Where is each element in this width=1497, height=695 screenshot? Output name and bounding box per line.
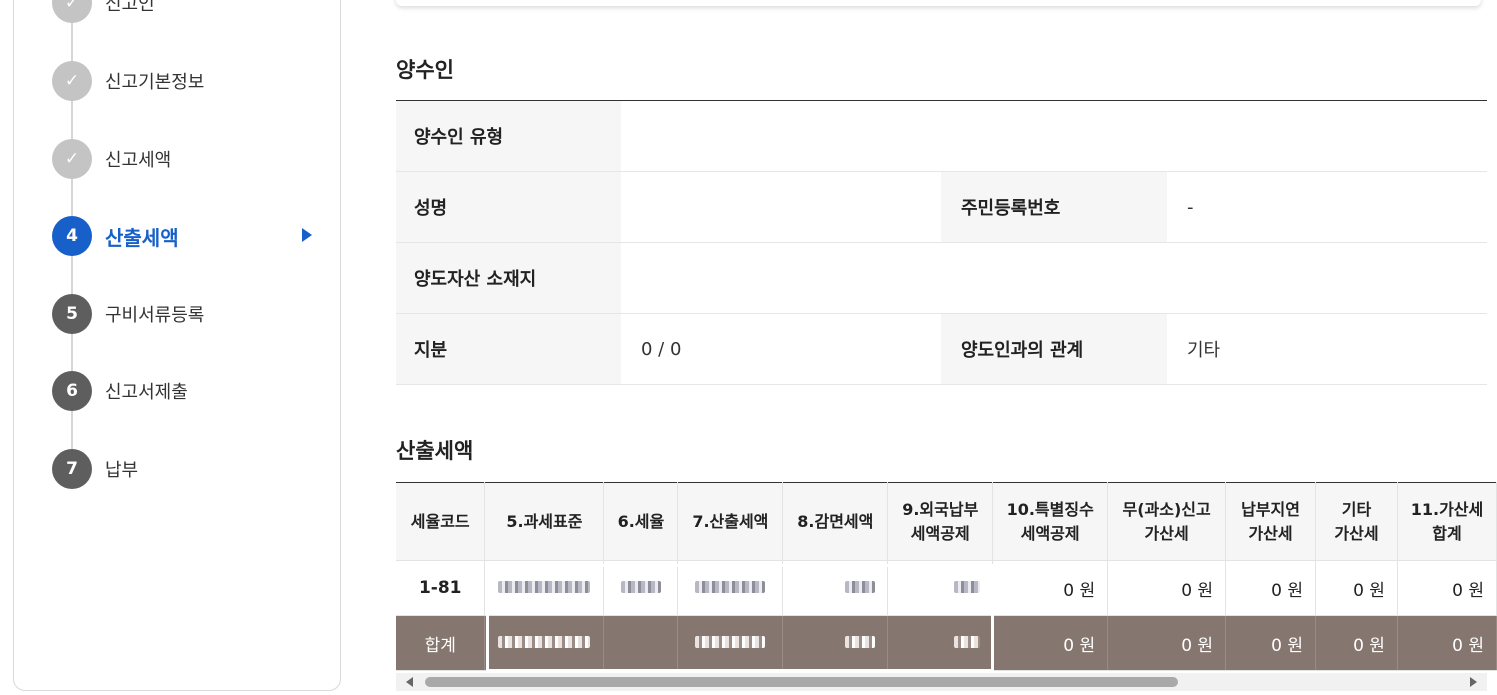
masked-cell bbox=[484, 560, 605, 616]
info-row: 성명 주민등록번호 - bbox=[396, 172, 1487, 243]
info-row: 양수인 유형 bbox=[396, 101, 1487, 172]
step-label: 신고기본정보 bbox=[105, 72, 205, 93]
value-cell: 0 원 bbox=[992, 560, 1109, 616]
step-label: 신고인 bbox=[105, 0, 155, 15]
calc-table: 세율코드 5.과세표준 6.세율 7.산출세액 8.감면세액 9.외국납부 세액… bbox=[396, 482, 1497, 671]
relation-label: 양도인과의 관계 bbox=[941, 314, 1167, 384]
info-row: 양도자산 소재지 bbox=[396, 243, 1487, 314]
col-header: 7.산출세액 bbox=[677, 482, 784, 561]
check-icon: ✓ bbox=[52, 139, 92, 179]
calc-table-scroll[interactable]: 세율코드 5.과세표준 6.세율 7.산출세액 8.감면세액 9.외국납부 세액… bbox=[396, 482, 1497, 695]
total-row: 합계 0 원 0 원 0 원 0 원 0 원 bbox=[396, 615, 1497, 671]
step-number: 7 bbox=[52, 449, 92, 489]
scroll-left-icon[interactable] bbox=[406, 677, 413, 687]
calc-title: 산출세액 bbox=[396, 439, 474, 463]
step-item-4-active[interactable]: 4 산출세액 bbox=[52, 216, 312, 256]
step-number: 6 bbox=[52, 371, 92, 411]
step-item-3[interactable]: ✓ 신고세액 bbox=[52, 139, 312, 179]
horizontal-scrollbar[interactable] bbox=[396, 673, 1487, 691]
masked-cell bbox=[603, 615, 679, 671]
name-label: 성명 bbox=[396, 172, 621, 242]
rrn-value: - bbox=[1187, 196, 1194, 218]
step-item-2[interactable]: ✓ 신고기본정보 bbox=[52, 61, 312, 101]
step-label: 납부 bbox=[105, 460, 139, 481]
header-row: 세율코드 5.과세표준 6.세율 7.산출세액 8.감면세액 9.외국납부 세액… bbox=[396, 482, 1497, 561]
value-cell: 0 원 bbox=[1225, 560, 1316, 616]
total-value-cell: 0 원 bbox=[1397, 615, 1497, 671]
masked-cell bbox=[887, 615, 994, 671]
transferee-table: 양수인 유형 성명 주민등록번호 - 양도자산 소재지 지분 0 / 0 양도인… bbox=[396, 100, 1487, 385]
value-cell: 0 원 bbox=[1315, 560, 1398, 616]
col-header: 8.감면세액 bbox=[782, 482, 889, 561]
masked-cell bbox=[677, 615, 784, 671]
col-header: 11.가산세 합계 bbox=[1397, 482, 1497, 561]
check-icon: ✓ bbox=[52, 0, 92, 23]
info-row: 지분 0 / 0 양도인과의 관계 기타 bbox=[396, 314, 1487, 385]
total-value-cell: 0 원 bbox=[1225, 615, 1316, 671]
step-label: 신고세액 bbox=[105, 150, 172, 171]
value-cell: 0 원 bbox=[1397, 560, 1497, 616]
total-value-cell: 0 원 bbox=[1315, 615, 1398, 671]
total-value-cell: 0 원 bbox=[992, 615, 1109, 671]
location-value bbox=[621, 243, 1487, 313]
step-label: 산출세액 bbox=[105, 225, 179, 250]
current-step-arrow-icon bbox=[302, 228, 312, 242]
masked-cell bbox=[782, 615, 889, 671]
type-value bbox=[621, 101, 1487, 171]
transferee-title: 양수인 bbox=[396, 58, 454, 82]
col-header: 기타 가산세 bbox=[1315, 482, 1398, 561]
scroll-thumb[interactable] bbox=[425, 677, 1178, 687]
previous-card bbox=[396, 0, 1481, 6]
col-header: 9.외국납부 세액공제 bbox=[887, 482, 994, 561]
step-number: 4 bbox=[52, 216, 92, 256]
share-label: 지분 bbox=[396, 314, 621, 384]
masked-cell bbox=[782, 560, 889, 616]
share-value: 0 / 0 bbox=[641, 338, 682, 360]
rrn-label: 주민등록번호 bbox=[941, 172, 1167, 242]
step-item-6[interactable]: 6 신고서제출 bbox=[52, 371, 312, 411]
step-item-1[interactable]: ✓ 신고인 bbox=[52, 0, 312, 23]
check-icon: ✓ bbox=[52, 61, 92, 101]
location-label: 양도자산 소재지 bbox=[396, 243, 621, 313]
name-value bbox=[621, 172, 941, 242]
relation-value: 기타 bbox=[1187, 340, 1221, 361]
total-label: 합계 bbox=[396, 615, 486, 671]
col-header: 10.특별징수 세액공제 bbox=[992, 482, 1109, 561]
col-header: 무(과소)신고 가산세 bbox=[1107, 482, 1227, 561]
step-label: 신고서제출 bbox=[105, 382, 188, 403]
step-list: ✓ 신고인 ✓ 신고기본정보 ✓ 신고세액 4 산출세액 5 구비서류등록 6 … bbox=[52, 0, 322, 500]
value-cell: 0 원 bbox=[1107, 560, 1227, 616]
step-label: 구비서류등록 bbox=[105, 305, 205, 326]
rate-code: 1-81 bbox=[396, 560, 486, 616]
masked-cell bbox=[484, 615, 605, 671]
step-number: 5 bbox=[52, 294, 92, 334]
total-value-cell: 0 원 bbox=[1107, 615, 1227, 671]
col-header: 6.세율 bbox=[603, 482, 679, 561]
masked-cell bbox=[887, 560, 994, 616]
col-header: 5.과세표준 bbox=[484, 482, 605, 561]
step-item-5[interactable]: 5 구비서류등록 bbox=[52, 294, 312, 334]
col-header: 납부지연 가산세 bbox=[1225, 482, 1316, 561]
table-row: 1-81 0 원 0 원 0 원 0 원 0 원 bbox=[396, 560, 1497, 616]
col-header: 세율코드 bbox=[396, 482, 486, 561]
masked-cell bbox=[603, 560, 679, 616]
scroll-right-icon[interactable] bbox=[1470, 677, 1477, 687]
type-label: 양수인 유형 bbox=[396, 101, 621, 171]
masked-cell bbox=[677, 560, 784, 616]
step-item-7[interactable]: 7 납부 bbox=[52, 449, 312, 489]
